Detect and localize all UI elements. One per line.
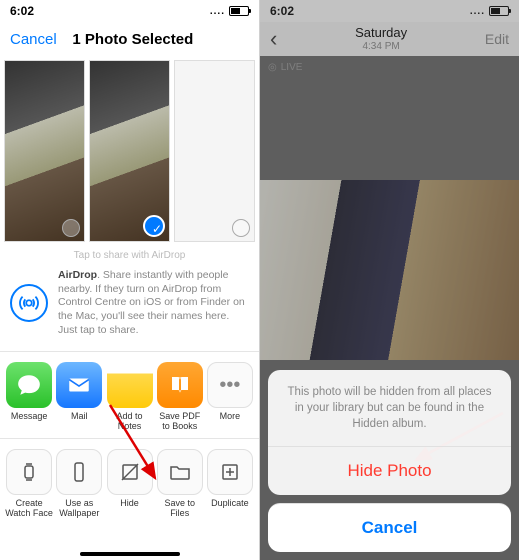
notes-icon [107, 362, 153, 408]
nav-title: 1 Photo Selected [72, 31, 193, 48]
app-label: Message [11, 412, 48, 422]
app-label: Add to Notes [105, 412, 155, 432]
status-time: 6:02 [10, 4, 34, 18]
hide-icon [107, 449, 153, 495]
action-label: Create Watch Face [4, 499, 54, 519]
books-icon [157, 362, 203, 408]
signal-icon: .... [210, 6, 225, 17]
app-more[interactable]: ••• More [205, 362, 255, 432]
action-watch-face[interactable]: Create Watch Face [4, 449, 54, 519]
phone-icon [56, 449, 102, 495]
thumbnail-selected[interactable] [89, 60, 170, 242]
cancel-button[interactable]: Cancel [268, 503, 511, 552]
app-mail[interactable]: Mail [54, 362, 104, 432]
app-books[interactable]: Save PDF to Books [155, 362, 205, 432]
app-label: Mail [71, 412, 88, 422]
action-save-files[interactable]: Save to Files [155, 449, 205, 519]
app-label: More [220, 412, 241, 422]
action-wallpaper[interactable]: Use as Wallpaper [54, 449, 104, 519]
app-notes[interactable]: Add to Notes [104, 362, 154, 432]
battery-icon [229, 6, 249, 16]
nav-bar: Cancel 1 Photo Selected [0, 22, 259, 56]
share-sheet-screen: 6:02 .... Cancel 1 Photo Selected Tap to… [0, 0, 260, 560]
home-indicator[interactable] [80, 552, 180, 556]
action-duplicate[interactable]: Duplicate [205, 449, 255, 519]
action-label: Duplicate [211, 499, 249, 509]
airdrop-icon [10, 284, 48, 322]
hide-confirm-screen: 6:02 .... ‹ Saturday 4:34 PM Edit ◎ LIVE… [260, 0, 519, 560]
action-sheet: This photo will be hidden from all place… [268, 370, 511, 552]
watch-icon [6, 449, 52, 495]
thumbnail[interactable] [174, 60, 255, 242]
airdrop-hint: Tap to share with AirDrop [0, 246, 259, 261]
app-message[interactable]: Message [4, 362, 54, 432]
share-apps-row: Message Mail Add to Notes Save PDF to Bo… [0, 352, 259, 439]
status-bar: 6:02 .... [0, 0, 259, 22]
airdrop-text: AirDrop. Share instantly with people nea… [58, 269, 249, 337]
photo-thumbnails [0, 56, 259, 246]
cancel-button[interactable]: Cancel [10, 31, 57, 48]
folder-icon [157, 449, 203, 495]
hide-photo-button[interactable]: Hide Photo [268, 446, 511, 495]
share-actions-row: Create Watch Face Use as Wallpaper Hide … [0, 439, 259, 519]
message-icon [6, 362, 52, 408]
sheet-message: This photo will be hidden from all place… [268, 370, 511, 446]
thumbnail[interactable] [4, 60, 85, 242]
action-label: Save to Files [155, 499, 205, 519]
action-label: Use as Wallpaper [54, 499, 104, 519]
duplicate-icon [207, 449, 253, 495]
action-label: Hide [120, 499, 139, 509]
app-label: Save PDF to Books [155, 412, 205, 432]
mail-icon [56, 362, 102, 408]
action-hide[interactable]: Hide [104, 449, 154, 519]
more-icon: ••• [207, 362, 253, 408]
airdrop-row[interactable]: AirDrop. Share instantly with people nea… [0, 261, 259, 352]
